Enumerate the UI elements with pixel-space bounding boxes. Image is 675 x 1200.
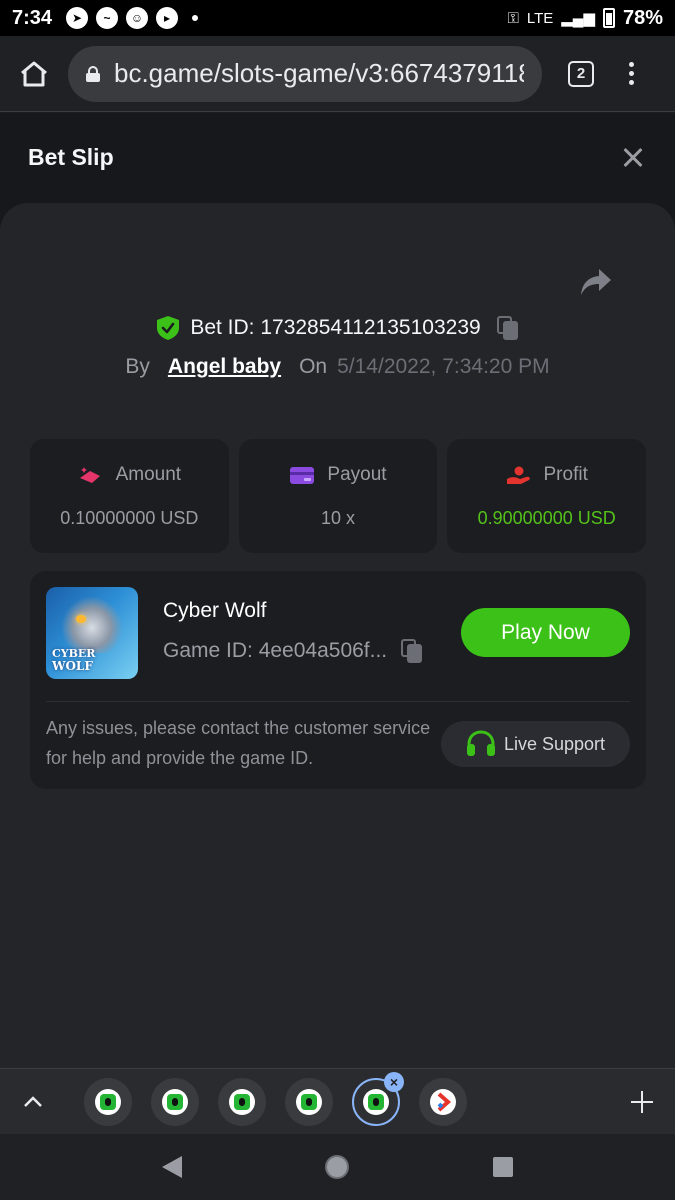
game-name: Cyber Wolf <box>163 599 267 622</box>
messenger-icon: ~ <box>96 7 119 29</box>
address-bar[interactable]: bc.game/slots-game/v3:66743791181 <box>68 45 542 102</box>
live-support-button[interactable]: Live Support <box>441 721 630 767</box>
telegram-icon: ➤ <box>66 7 89 29</box>
live-support-label: Live Support <box>503 733 606 754</box>
system-nav-bar <box>0 1134 675 1200</box>
bcgame-favicon-icon <box>162 1088 188 1115</box>
network-label: LTE <box>526 9 554 27</box>
game-id: Game ID: 4ee04a506f... <box>163 639 388 662</box>
tab-bcgame-1[interactable] <box>84 1077 132 1126</box>
bcgame-favicon-icon <box>95 1088 121 1115</box>
share-icon <box>581 269 611 295</box>
expand-tabs-button[interactable] <box>20 1089 46 1115</box>
play-now-button[interactable]: Play Now <box>461 608 630 657</box>
new-tab-button[interactable] <box>629 1089 655 1115</box>
more-notifications-icon <box>192 15 199 21</box>
stat-label-payout: Payout <box>327 463 387 485</box>
tab-other[interactable] <box>419 1077 467 1126</box>
stat-label-amount: Amount <box>115 463 182 485</box>
home-circle-icon[interactable] <box>325 1155 350 1179</box>
notification-icons: ➤ ~ ☺ ▸ <box>66 7 199 29</box>
share-button[interactable] <box>579 267 613 297</box>
bcgame-favicon-icon <box>296 1088 322 1115</box>
browser-menu-button[interactable] <box>626 62 636 85</box>
tab-bcgame-4[interactable] <box>285 1077 333 1126</box>
status-bar: 7:34 ➤ ~ ☺ ▸ ⚿ LTE ▂▄▆ 78% <box>0 0 675 36</box>
battery-icon <box>602 8 615 28</box>
status-time: 7:34 <box>12 6 53 29</box>
modal-header: Bet Slip <box>0 113 675 201</box>
bcgame-favicon-icon <box>363 1088 389 1115</box>
profit-icon <box>506 466 530 484</box>
game-id-row: Game ID: 4ee04a506f... <box>163 639 423 663</box>
recent-apps-icon[interactable] <box>493 1157 514 1177</box>
tab-bcgame-active[interactable]: × <box>352 1071 404 1126</box>
stat-card-profit: Profit 0.90000000 USD <box>447 439 647 553</box>
divider <box>46 701 630 702</box>
bet-slip-body: Bet ID: 1732854112135103239 By Angel bab… <box>0 203 675 1068</box>
modal-title: Bet Slip <box>28 143 114 170</box>
tab-bcgame-2[interactable] <box>151 1077 199 1126</box>
on-label: On <box>299 355 328 378</box>
browser-toolbar: bc.game/slots-game/v3:66743791181 2 <box>0 36 675 112</box>
url-text: bc.game/slots-game/v3:66743791181 <box>114 58 524 88</box>
home-button[interactable] <box>14 54 54 94</box>
copy-bet-id-icon[interactable] <box>496 316 519 340</box>
bet-id: Bet ID: 1732854112135103239 <box>190 316 481 339</box>
game-card: CYBER WOLF Cyber Wolf Game ID: 4ee04a506… <box>30 571 646 789</box>
stat-label-profit: Profit <box>543 463 588 485</box>
vpn-key-icon: ⚿ <box>507 9 519 27</box>
amount-icon <box>79 466 100 483</box>
stat-card-amount: Amount 0.10000000 USD <box>30 439 229 553</box>
thumbnail-title-line2: WOLF <box>52 659 93 673</box>
wolf-eye <box>76 615 86 623</box>
headset-icon <box>466 730 495 756</box>
tab-strip: × <box>0 1068 675 1134</box>
bet-id-row: Bet ID: 1732854112135103239 <box>0 315 675 341</box>
signal-icon: ▂▄▆ <box>561 10 595 27</box>
page: Bet Slip Bet ID: 1732854112135103239 By … <box>0 113 675 1068</box>
battery-level: 78% <box>622 6 663 29</box>
bet-meta-row: By Angel baby On 5/14/2022, 7:34:20 PM <box>0 355 675 379</box>
stat-value-payout: 10 x <box>320 507 356 528</box>
bcgame-favicon-icon <box>229 1088 255 1115</box>
status-right: ⚿ LTE ▂▄▆ 78% <box>507 7 663 30</box>
tab-bcgame-3[interactable] <box>218 1077 266 1126</box>
stat-card-payout: Payout 10 x <box>238 439 438 553</box>
app-favicon-icon <box>430 1088 456 1115</box>
close-tab-icon[interactable]: × <box>384 1071 404 1092</box>
close-button[interactable] <box>617 142 647 172</box>
payout-icon <box>290 466 315 484</box>
verified-shield-icon <box>157 316 180 340</box>
chevron-up-icon <box>24 1095 42 1107</box>
lock-icon <box>86 65 100 82</box>
help-text: Any issues, please contact the customer … <box>46 718 431 768</box>
tab-switcher-button[interactable]: 2 <box>568 60 594 87</box>
back-icon[interactable] <box>161 1156 182 1178</box>
game-thumbnail[interactable]: CYBER WOLF <box>46 587 138 679</box>
bet-date: 5/14/2022, 7:34:20 PM <box>337 355 550 378</box>
home-icon <box>21 61 47 86</box>
user-link[interactable]: Angel baby <box>168 355 281 379</box>
by-label: By <box>125 355 150 378</box>
stats-row: Amount 0.10000000 USD Payout 10 x Profit… <box>30 439 647 553</box>
wolf-illustration <box>62 597 122 653</box>
stat-value-amount: 0.10000000 USD <box>60 507 199 528</box>
discord-icon: ☺ <box>126 7 149 29</box>
copy-game-id-icon[interactable] <box>401 639 423 663</box>
tab-favicons: × <box>84 1071 467 1126</box>
video-icon: ▸ <box>156 7 179 29</box>
stat-value-profit: 0.90000000 USD <box>477 507 616 528</box>
